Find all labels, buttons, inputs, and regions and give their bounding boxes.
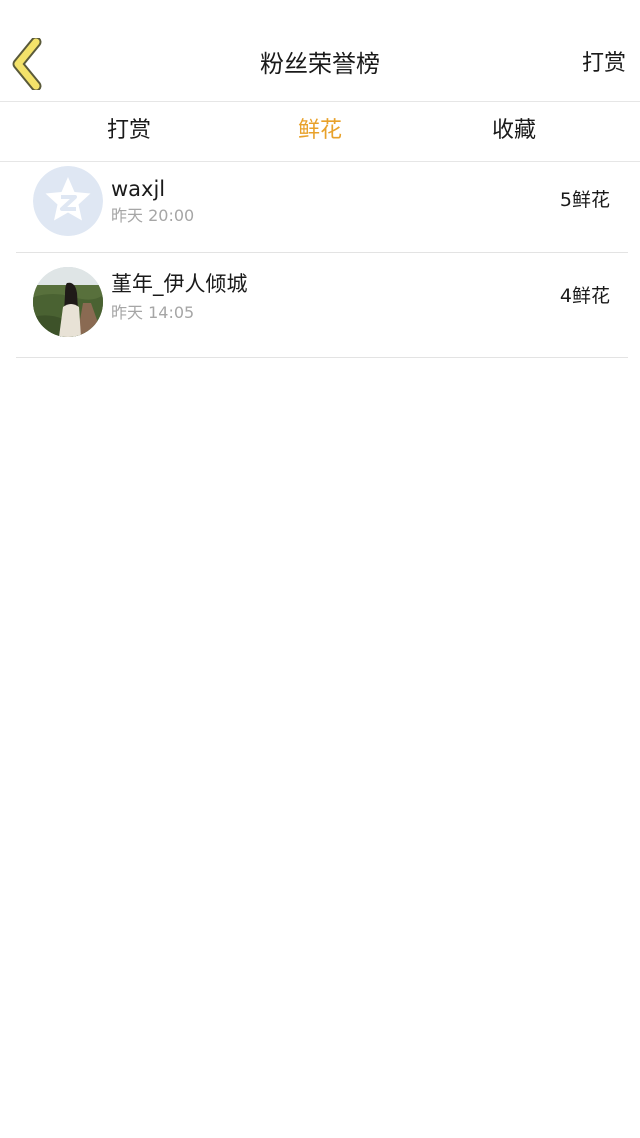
fan-name: 堇年_伊人倾城 [111,272,248,296]
fan-list: waxjl 昨天 20:00 5鲜花 堇年_伊人倾城 昨天 14:05 4鲜花 [0,162,640,358]
fan-time: 昨天 14:05 [111,303,195,322]
fan-name: waxjl [111,177,166,201]
tab-reward[interactable]: 打赏 [69,115,189,147]
navigation-bar: 粉丝荣誉榜 打赏 [0,0,640,102]
qzone-default-avatar-icon [33,166,103,236]
list-item[interactable]: 堇年_伊人倾城 昨天 14:05 4鲜花 [16,253,628,358]
fan-honor-screen: 粉丝荣誉榜 打赏 打赏 鲜花 收藏 waxjl 昨天 20:00 5鲜花 堇年_… [0,0,640,1138]
gift-count: 4鲜花 [559,285,610,307]
tab-flowers[interactable]: 鲜花 [260,115,380,147]
tab-bar: 打赏 鲜花 收藏 [0,102,640,162]
photo-avatar [33,267,103,337]
avatar[interactable] [33,267,103,337]
avatar[interactable] [33,166,103,236]
list-item[interactable]: waxjl 昨天 20:00 5鲜花 [16,162,628,253]
tab-favorites[interactable]: 收藏 [454,115,574,147]
page-title: 粉丝荣誉榜 [260,50,380,78]
reward-button[interactable]: 打赏 [582,48,626,80]
fan-time: 昨天 20:00 [111,206,195,225]
gift-count: 5鲜花 [559,189,610,211]
